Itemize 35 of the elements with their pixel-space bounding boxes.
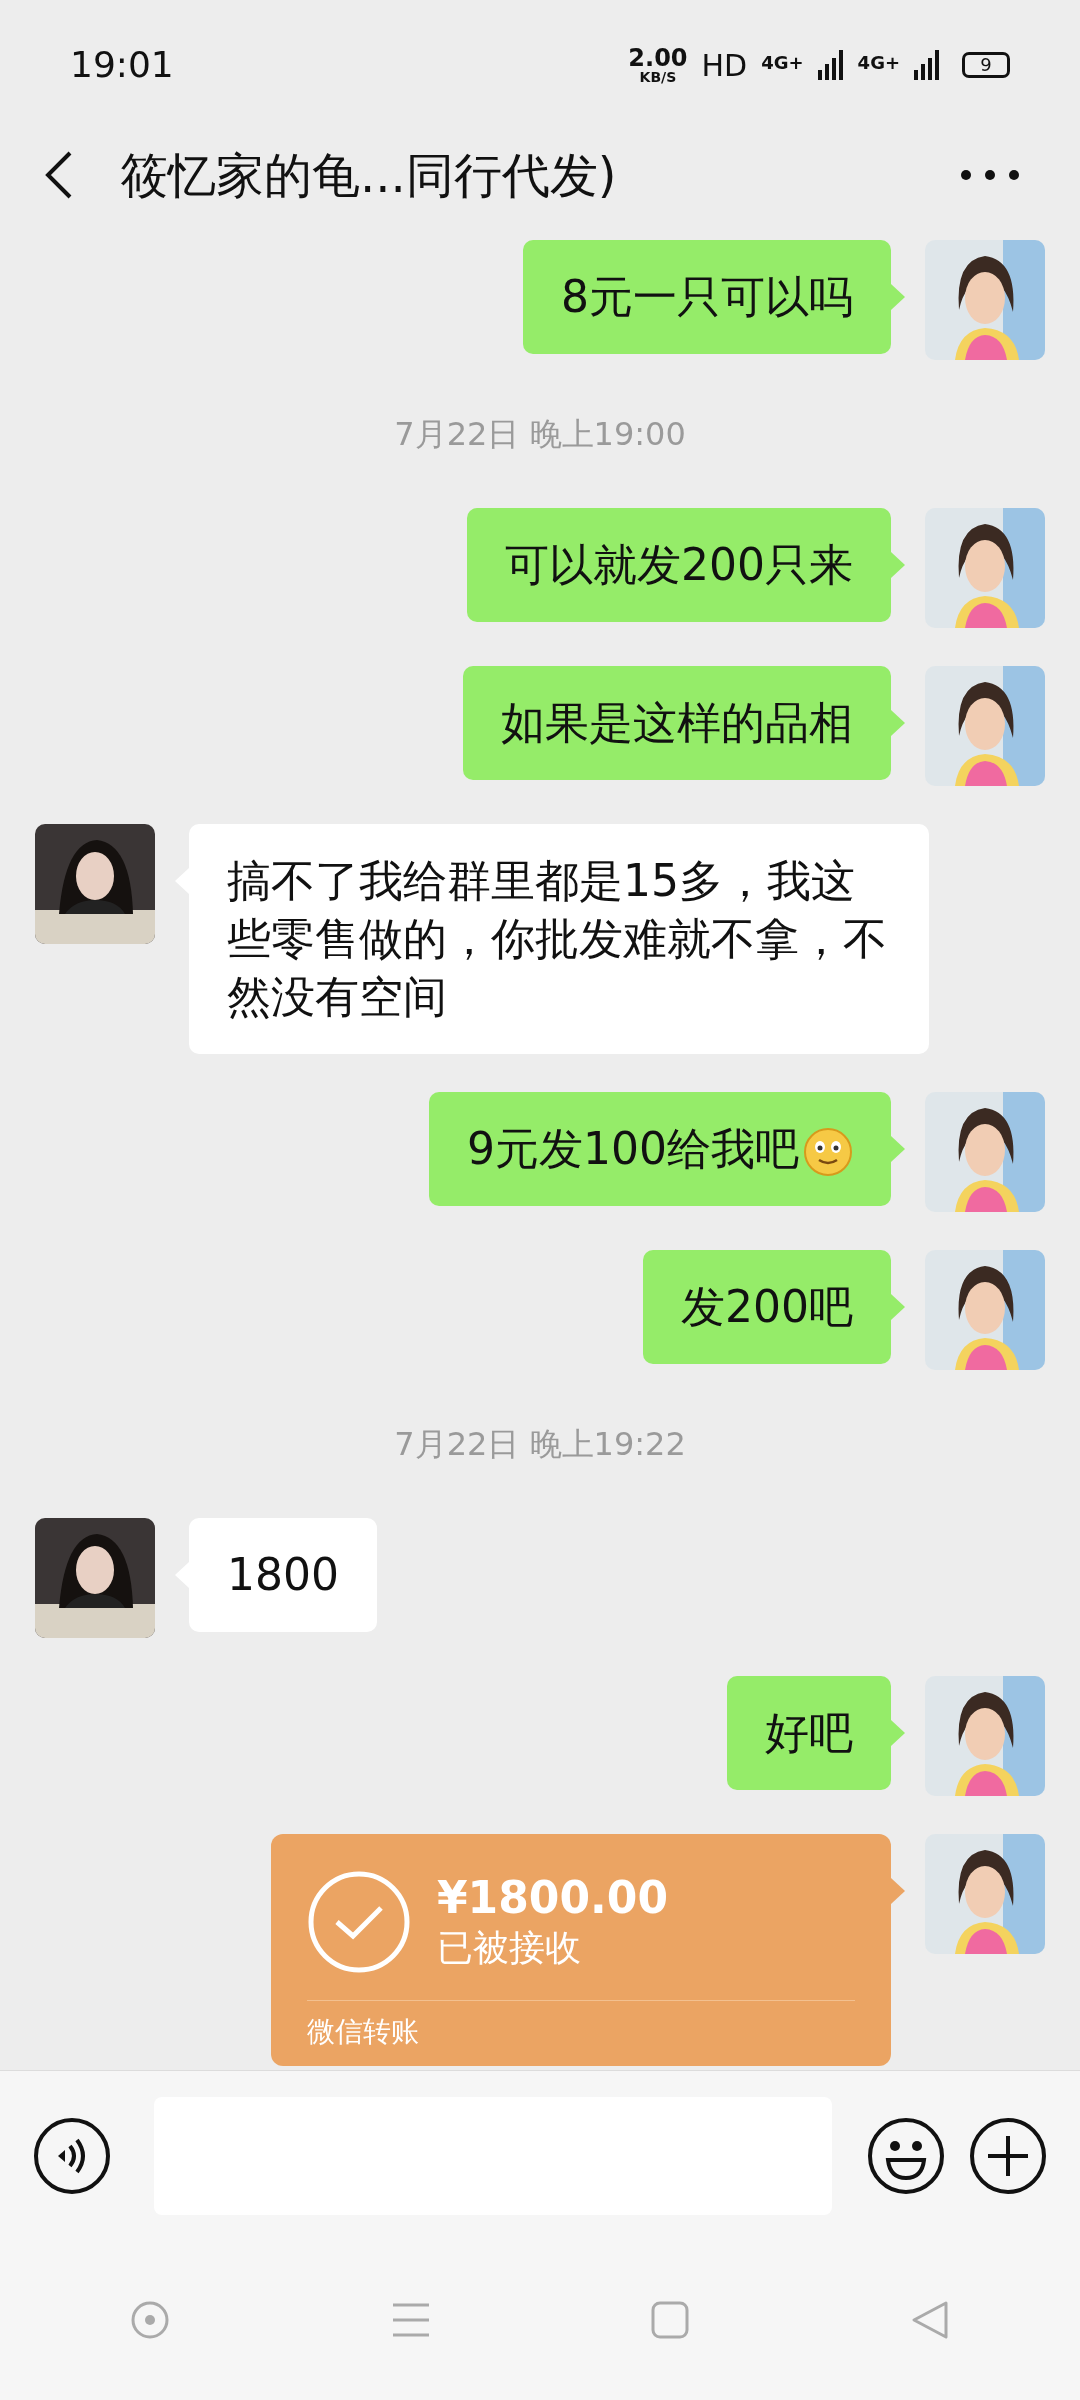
- voice-icon[interactable]: [32, 2115, 112, 2196]
- timestamp: 7月22日 晚上19:22: [394, 1424, 686, 1465]
- chat-title: 筱忆家的龟...同行代发): [120, 146, 617, 205]
- signal-icon: [914, 50, 940, 80]
- message-bubble[interactable]: 9元发100给我吧: [429, 1092, 891, 1206]
- network-type: 4G+: [761, 50, 804, 75]
- status-time: 19:01: [70, 43, 174, 87]
- message-bubble[interactable]: 好吧: [727, 1676, 891, 1790]
- message-bubble[interactable]: 8元一只可以吗: [523, 240, 891, 354]
- transfer-label: 微信转账: [307, 2014, 420, 2050]
- message-bubble[interactable]: 可以就发200只来: [467, 508, 891, 622]
- message-bubble[interactable]: 搞不了我给群里都是15多，我这些零售做的，你批发难就不拿，不然没有空间: [189, 824, 929, 1054]
- transfer-amount: ¥1800.00: [437, 1872, 669, 1924]
- hd-indicator: HD: [701, 46, 748, 85]
- timestamp: 7月22日 晚上19:00: [394, 414, 686, 455]
- network-type: 4G+: [857, 50, 900, 75]
- bubble-tail: [891, 284, 905, 310]
- speed-unit: KB/S: [639, 70, 677, 84]
- more-icon[interactable]: [960, 169, 1020, 181]
- signal-icon: [817, 50, 844, 80]
- message-bubble[interactable]: 如果是这样的品相: [463, 666, 891, 780]
- message-bubble[interactable]: 发200吧: [643, 1250, 891, 1364]
- bubble-tail: [891, 1720, 905, 1746]
- bubble-tail: [891, 710, 905, 736]
- plus-icon[interactable]: [968, 2115, 1048, 2196]
- network-speed: 2.00: [628, 46, 688, 70]
- message-bubble[interactable]: 1800: [189, 1518, 377, 1632]
- check-circle-icon: [307, 1870, 411, 1974]
- bubble-tail: [891, 1878, 905, 1904]
- bubble-tail: [891, 552, 905, 578]
- emoji-icon[interactable]: [866, 2115, 946, 2196]
- bubble-tail: [891, 1294, 905, 1320]
- bubble-tail: [891, 1136, 905, 1162]
- transfer-status: 已被接收: [437, 1926, 582, 1970]
- battery-indicator: 9: [962, 52, 1010, 78]
